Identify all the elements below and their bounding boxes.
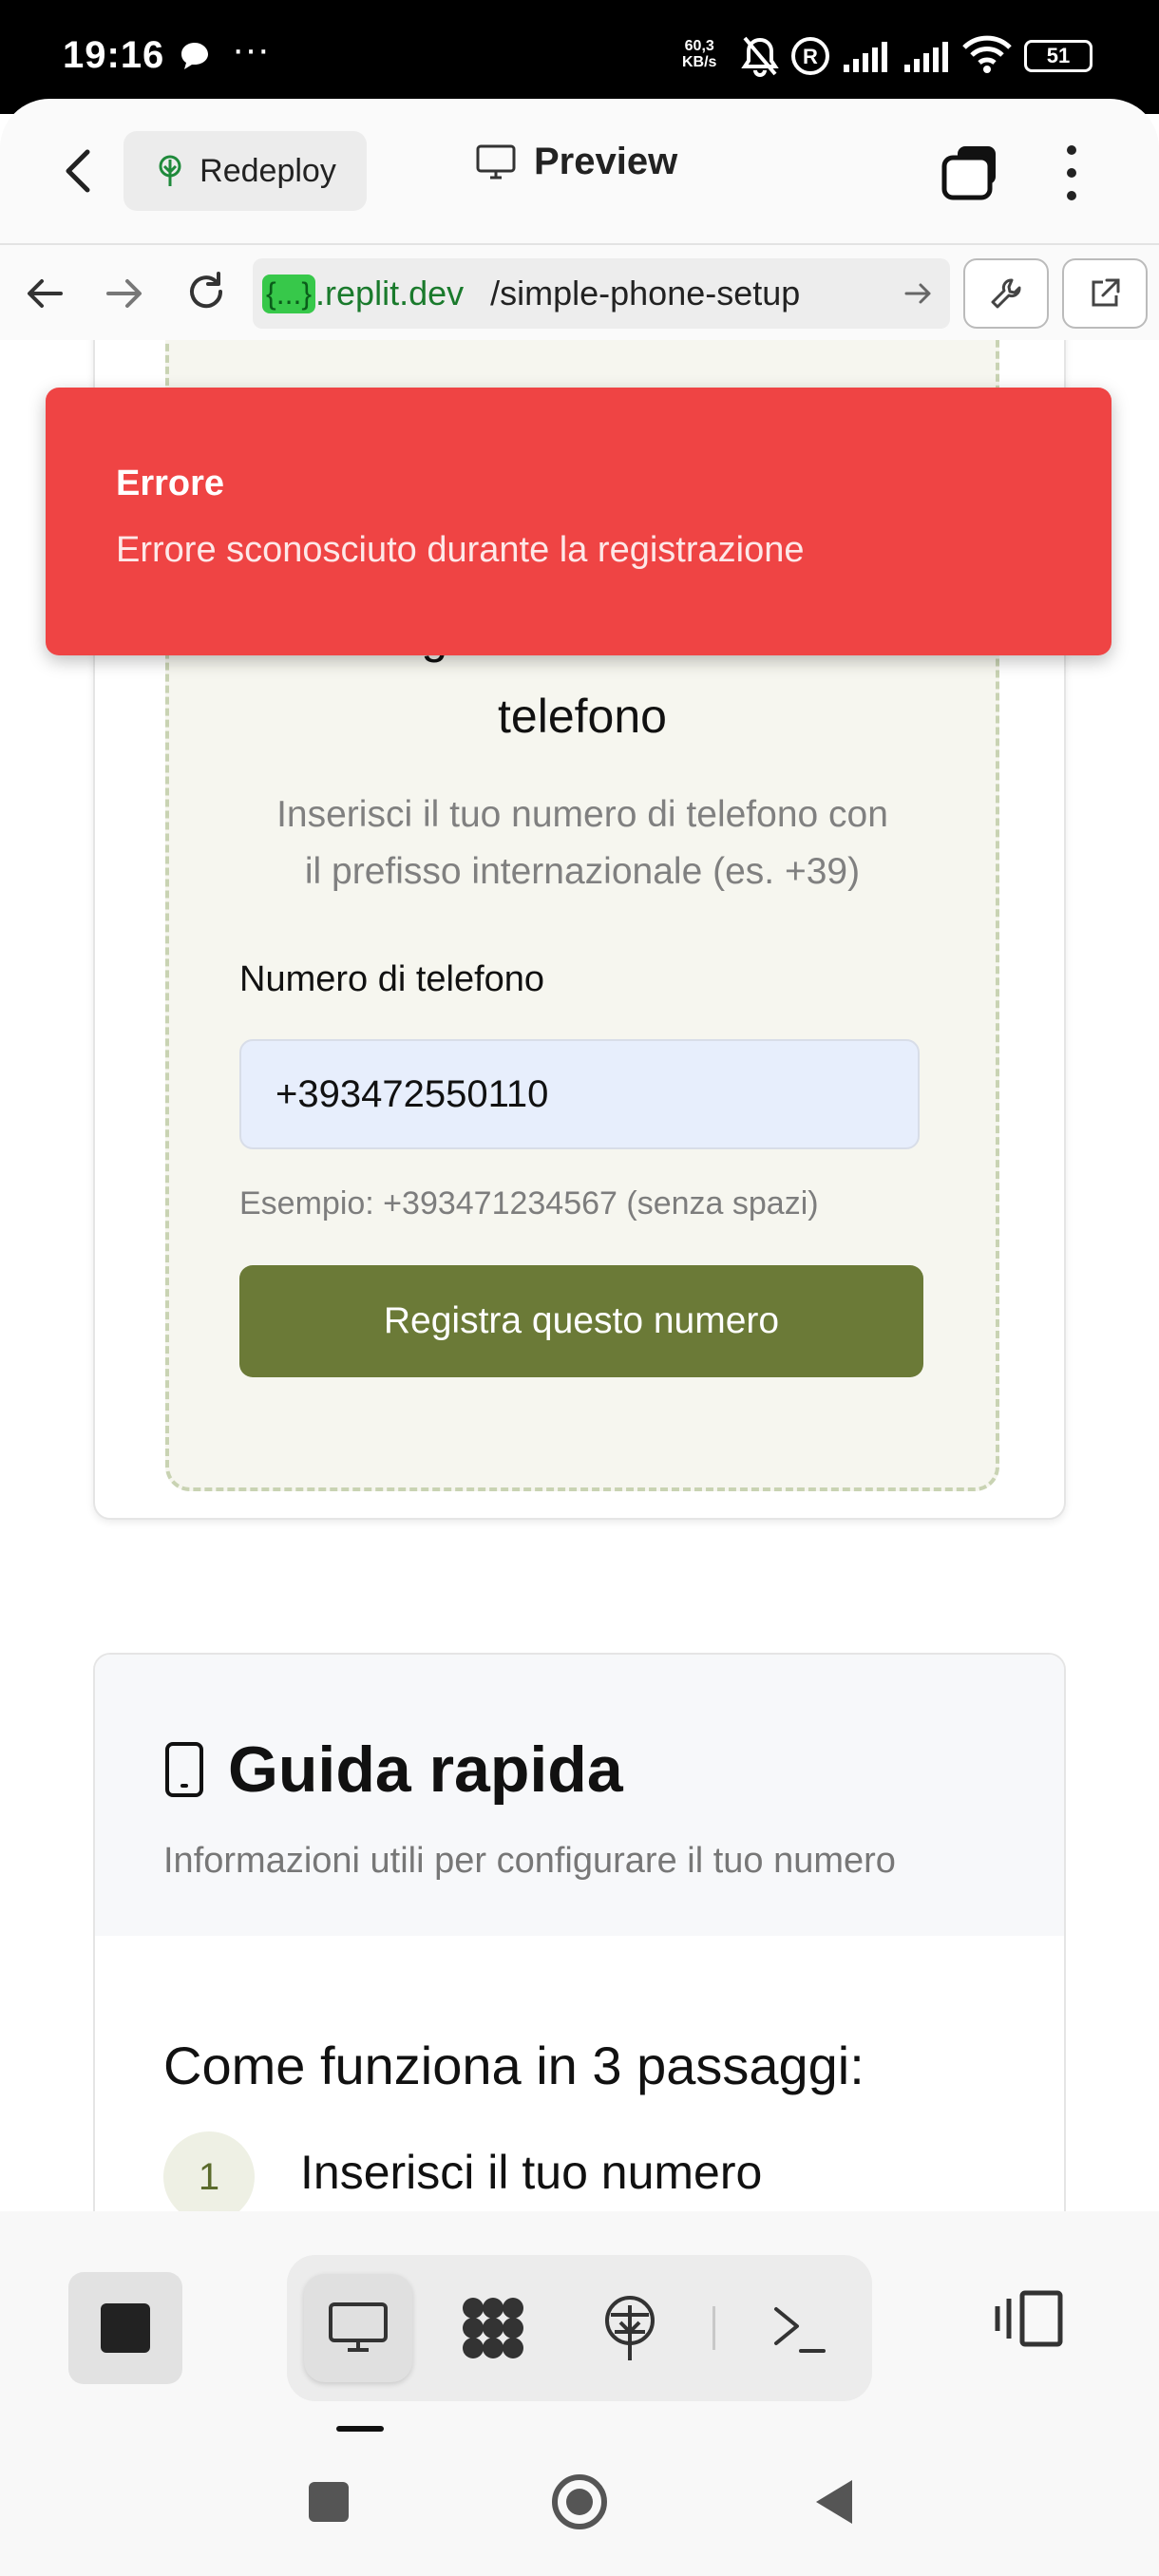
svg-text:R: R [803,45,818,68]
toast-message: Errore sconosciuto durante la registrazi… [116,530,805,570]
tabs-icon [941,146,996,200]
reload-button[interactable] [182,268,230,320]
toolbar-divider [712,2306,715,2350]
workspace-tools [287,2255,872,2401]
more-vertical-icon [1067,145,1076,200]
url-field[interactable]: {...} .replit.dev /simple-phone-setup [253,258,950,329]
reload-icon [190,272,223,309]
terminal-icon [774,2307,826,2353]
net-speed: 60,3 KB/s [682,38,716,70]
deploy-icon [605,2296,655,2360]
chat-notification-icon [179,40,211,77]
chevron-left-icon [66,149,90,193]
redeploy-button[interactable]: Redeploy [124,131,367,211]
system-back-button[interactable] [796,2464,872,2540]
battery-level: 51 [1046,44,1071,67]
browser-forward-button[interactable] [103,272,146,320]
phone-field-label: Numero di telefono [239,959,545,999]
home-circle-icon [552,2474,607,2529]
address-bar: {...} .replit.dev /simple-phone-setup [0,243,1159,344]
url-badge: {...} [262,274,316,313]
preview-tool-button[interactable] [304,2274,412,2382]
form-heading-line2: telefono [498,690,667,743]
app-header: Redeploy Preview [0,99,1159,243]
wifi-icon [961,34,1013,79]
smartphone-icon [165,1742,203,1797]
tabs-switcher-button[interactable] [940,144,1001,201]
quick-guide-title: Guida rapida [163,1733,623,1807]
redeploy-label: Redeploy [200,152,336,189]
quick-guide-title-text: Guida rapida [228,1733,623,1806]
browser-back-button[interactable] [23,272,66,320]
stop-button[interactable] [68,2272,182,2384]
deploy-tree-icon [159,155,181,186]
arrow-left-icon [28,279,63,308]
external-link-icon [1092,278,1120,307]
preview-tab-title: Preview [475,141,677,183]
quick-guide-subtitle: Informazioni utili per configurare il tu… [163,1841,896,1881]
open-external-button[interactable] [1062,258,1148,329]
more-menu-button[interactable] [1054,142,1089,203]
deploy-tool-button[interactable] [576,2274,684,2382]
arrow-right-icon [106,279,142,308]
panels-icon [995,2290,1063,2347]
battery-icon: 51 [1024,40,1092,72]
step-text: Inserisci il tuo numero [300,2146,763,2199]
active-tool-indicator [336,2426,384,2432]
monitor-icon [476,144,516,179]
url-path: /simple-phone-setup [490,274,801,313]
status-overflow: ··· [232,28,270,70]
steps-title: Come funziona in 3 passaggi: [163,2036,864,2095]
workflows-icon [463,2298,523,2358]
toast-title: Errore [116,464,225,503]
go-arrow-icon[interactable] [902,279,935,308]
bottom-toolbar [0,2211,1159,2576]
error-toast[interactable]: Errore Errore sconosciuto durante la reg… [46,388,1112,655]
form-subtitle-line2: il prefisso internazionale (es. +39) [304,851,861,892]
form-subtitle-line1: Inserisci il tuo numero di telefono con [276,794,888,835]
stop-icon [101,2303,150,2353]
net-speed-unit: KB/s [682,54,717,70]
preview-monitor-icon [329,2302,388,2352]
square-nav-icon [309,2482,349,2522]
recent-apps-button[interactable] [291,2464,367,2540]
back-button[interactable] [53,142,106,199]
status-bar: 19:16 ··· 60,3 KB/s R 51 [0,0,1159,114]
registered-icon: R [790,36,830,81]
phone-hint: Esempio: +393471234567 (senza spazi) [239,1185,819,1222]
signal-icon-1 [844,40,893,77]
devtools-button[interactable] [963,258,1049,329]
net-speed-value: 60,3 [684,38,714,54]
preview-label: Preview [534,141,678,182]
shell-tool-button[interactable] [745,2274,853,2382]
url-host: .replit.dev [315,274,465,313]
home-button[interactable] [542,2464,618,2540]
phone-number-input[interactable] [239,1039,920,1149]
workflows-tool-button[interactable] [439,2274,547,2382]
quick-guide-card: Guida rapida Informazioni utili per conf… [93,1653,1066,2211]
signal-icon-2 [904,40,954,77]
step-number: 1 [163,2131,255,2211]
quick-guide-header: Guida rapida Informazioni utili per conf… [95,1655,1064,1936]
panels-button[interactable] [994,2289,1064,2353]
wrench-icon [991,278,1021,309]
triangle-back-icon [816,2480,852,2524]
status-time: 19:16 [63,34,165,76]
bell-muted-icon [739,34,781,83]
register-number-button[interactable]: Registra questo numero [239,1265,923,1377]
